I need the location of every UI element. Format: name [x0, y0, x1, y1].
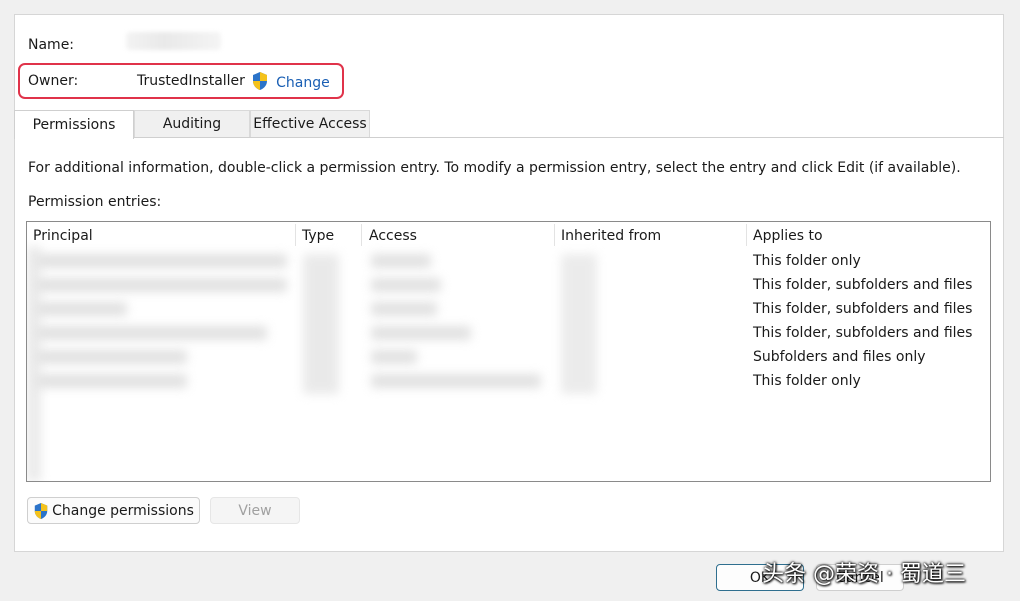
tab-auditing[interactable]: Auditing [134, 110, 250, 137]
change-permissions-button[interactable]: Change permissions [27, 497, 200, 524]
name-value-redacted [126, 32, 221, 50]
redacted-principal [37, 302, 127, 316]
column-separator[interactable] [361, 224, 362, 246]
redacted-principal [37, 350, 187, 364]
column-separator[interactable] [554, 224, 555, 246]
redacted-principal [37, 278, 287, 292]
column-header-principal[interactable]: Principal [33, 228, 93, 244]
redacted-access [371, 326, 471, 340]
applies-to-cell: This folder only [753, 253, 861, 269]
column-separator[interactable] [746, 224, 747, 246]
redacted-access [371, 302, 437, 316]
uac-shield-icon [253, 72, 267, 90]
change-permissions-label: Change permissions [52, 502, 194, 519]
redacted-principal [37, 326, 267, 340]
change-owner-link[interactable]: Change [251, 71, 330, 95]
uac-shield-icon [34, 502, 48, 519]
owner-label: Owner: [28, 73, 79, 89]
permission-entries-list[interactable]: Principal Type Access Inherited from App… [26, 221, 991, 482]
owner-value: TrustedInstaller [137, 73, 245, 89]
redacted-access [371, 254, 431, 268]
applies-to-cell: This folder, subfolders and files [753, 277, 973, 293]
watermark-text: 头条 @荣资 · 蜀道三 [762, 562, 966, 587]
tab-effective-access[interactable]: Effective Access [250, 110, 370, 137]
column-header-applies-to[interactable]: Applies to [753, 228, 823, 244]
redacted-principal [37, 254, 287, 268]
applies-to-cell: This folder only [753, 373, 861, 389]
view-button[interactable]: View [210, 497, 300, 524]
applies-to-cell: Subfolders and files only [753, 349, 926, 365]
redacted-type [303, 254, 339, 394]
redacted-principal [37, 374, 187, 388]
permission-entries-label: Permission entries: [28, 194, 162, 210]
tab-permissions[interactable]: Permissions [14, 110, 134, 139]
column-header-inherited-from[interactable]: Inherited from [561, 228, 661, 244]
redacted-access [371, 374, 541, 388]
applies-to-cell: This folder, subfolders and files [753, 325, 973, 341]
change-owner-label[interactable]: Change [276, 75, 330, 91]
column-separator[interactable] [295, 224, 296, 246]
name-label: Name: [28, 37, 75, 53]
redacted-inherited [561, 254, 597, 394]
info-text: For additional information, double-click… [28, 160, 961, 176]
column-header-access[interactable]: Access [369, 228, 417, 244]
redacted-access [371, 278, 441, 292]
tabs-divider [14, 137, 1004, 138]
redacted-access [371, 350, 417, 364]
column-header-type[interactable]: Type [302, 228, 334, 244]
applies-to-cell: This folder, subfolders and files [753, 301, 973, 317]
